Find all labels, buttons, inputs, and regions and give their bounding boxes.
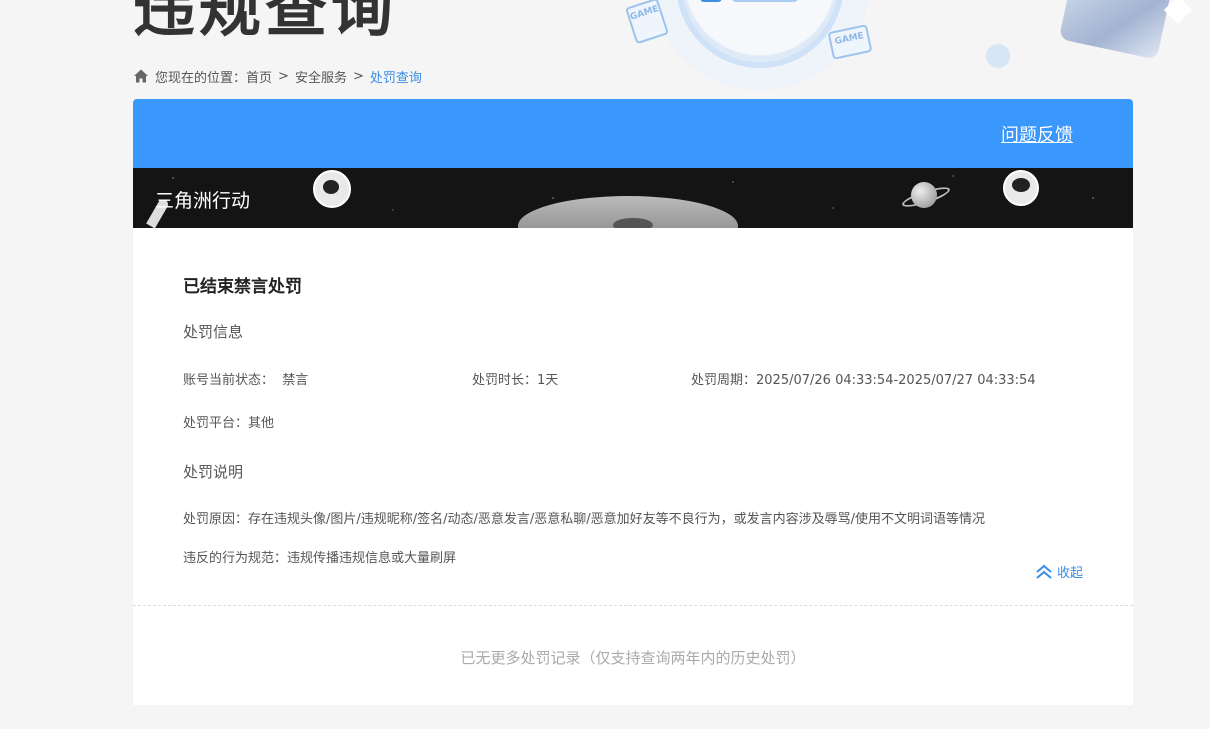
status-value: 禁言 <box>282 373 309 388</box>
platform-field: 处罚平台：其他 <box>183 412 1083 431</box>
breadcrumb-home-link[interactable]: 首页 <box>246 67 272 86</box>
platform-value: 其他 <box>248 416 275 431</box>
status-label: 账号当前状态： <box>183 373 275 388</box>
description-heading: 处罚说明 <box>183 463 244 481</box>
status-field: 账号当前状态： 禁言 <box>183 369 472 388</box>
rule-value: 违规传播违规信息或大量刷屏 <box>287 551 457 566</box>
collapse-label: 收起 <box>1056 566 1083 581</box>
game-banner: 三角洲行动 <box>133 168 1133 228</box>
breadcrumb-security-link[interactable]: 安全服务 <box>295 67 347 86</box>
game-name: 三角洲行动 <box>155 190 251 212</box>
rule-label: 违反的行为规范： <box>183 551 288 566</box>
hero-chip-decoration <box>700 0 722 2</box>
hero-dot-decoration <box>986 44 1010 68</box>
planet-illustration <box>911 182 937 208</box>
home-icon <box>134 69 148 83</box>
duration-value: 1天 <box>537 373 559 388</box>
feedback-link[interactable]: 问题反馈 <box>1001 121 1073 147</box>
reason-field: 处罚原因：存在违规头像/图片/违规昵称/签名/动态/恶意发言/恶意私聊/恶意加好… <box>183 508 1083 527</box>
breadcrumb-current: 处罚查询 <box>369 70 422 86</box>
reason-value: 存在违规头像/图片/违规昵称/签名/动态/恶意发言/恶意私聊/恶意加好友等不良行… <box>248 512 986 527</box>
card-header: 问题反馈 <box>133 99 1133 168</box>
period-label: 处罚周期： <box>691 373 757 388</box>
breadcrumb-separator: > <box>352 68 364 84</box>
double-chevron-up-icon <box>1036 564 1052 579</box>
period-value: 2025/07/26 04:33:54-2025/07/27 04:33:54 <box>756 373 1036 388</box>
penalty-card: 问题反馈 三角洲行动 已结束禁言处罚 处罚信息 账号当前状态： 禁言 处罚时长：… <box>133 99 1133 705</box>
astronaut-illustration <box>1003 170 1039 206</box>
platform-label: 处罚平台： <box>183 416 249 431</box>
breadcrumb-separator: > <box>278 68 289 84</box>
reason-label: 处罚原因： <box>183 512 249 527</box>
hero-character-decoration <box>1058 0 1172 60</box>
astronaut-illustration <box>313 170 351 208</box>
rule-field: 违反的行为规范：违规传播违规信息或大量刷屏 <box>183 547 1083 566</box>
info-heading: 处罚信息 <box>183 323 244 341</box>
page-hero-title: 违规查询 <box>133 0 398 45</box>
record-title: 已结束禁言处罚 <box>183 277 302 297</box>
duration-field: 处罚时长：1天 <box>472 369 691 388</box>
record-content: 已结束禁言处罚 处罚信息 账号当前状态： 禁言 处罚时长：1天 处罚周期：202… <box>133 272 1133 566</box>
collapse-button[interactable]: 收起 <box>1035 562 1083 581</box>
period-field: 处罚周期：2025/07/26 04:33:54-2025/07/27 04:3… <box>691 369 1036 388</box>
info-row: 账号当前状态： 禁言 处罚时长：1天 处罚周期：2025/07/26 04:33… <box>183 369 1083 388</box>
hero-chip-decoration <box>732 0 798 2</box>
duration-label: 处罚时长： <box>472 373 538 388</box>
breadcrumb-prefix: 您现在的位置： <box>155 70 247 86</box>
breadcrumb: 您现在的位置： 首页 > 安全服务 > 处罚查询 <box>133 66 422 86</box>
no-more-records-note: 已无更多处罚记录（仅支持查询两年内的历史处罚） <box>460 649 806 667</box>
ship-port-illustration <box>613 218 653 228</box>
dashed-divider <box>133 605 1133 606</box>
